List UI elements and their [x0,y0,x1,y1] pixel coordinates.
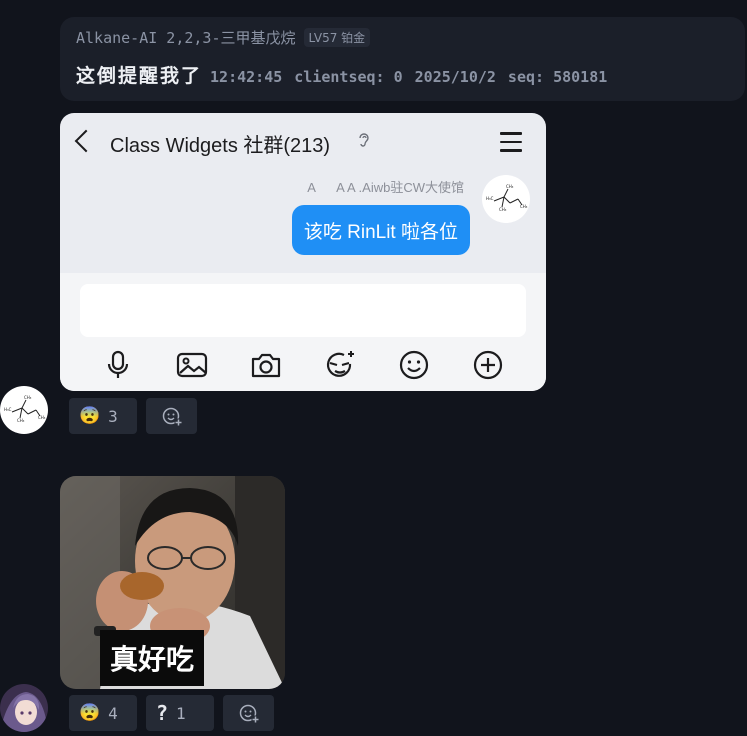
reaction-fearful[interactable]: 😨 4 [69,695,137,731]
svg-text:CH₃: CH₃ [17,418,25,423]
reaction-count: 3 [108,406,118,426]
fearful-face-icon: 😨 [79,703,101,723]
reaction-count: 4 [108,703,118,723]
back-chevron-icon [74,129,98,153]
screenshot-input-field [80,284,526,337]
sticker-icon [322,347,358,383]
screenshot-toolbar [60,347,546,383]
screenshot-msg-sender: A A A .Aiwb驻CW大使馆 [307,180,464,195]
message-bubble: Alkane-AI 2,2,3-三甲基戊烷 LV57 铂金 这倒提醒我了 12:… [60,17,745,101]
reaction-count: 1 [176,703,186,723]
screenshot-titlebar: Class Widgets 社群(213) [60,113,546,169]
message-seq: seq: 580181 [507,68,608,86]
message-date: 2025/10/2 [414,68,496,86]
message-line: 这倒提醒我了 12:42:45 clientseq: 0 2025/10/2 s… [76,61,619,88]
svg-text:CH₃: CH₃ [520,204,528,209]
screenshot-title: Class Widgets 社群(213) [110,135,331,157]
sender-line: Alkane-AI 2,2,3-三甲基戊烷 LV57 铂金 [76,27,371,48]
sender-avatar-2[interactable] [0,684,48,732]
meme-caption: 真好吃 [100,630,205,686]
fearful-face-icon: 😨 [79,406,101,426]
message-time: 12:42:45 [210,68,283,86]
add-reaction-button[interactable] [223,695,274,731]
mic-icon [100,347,136,383]
svg-text:CH₃: CH₃ [38,415,46,420]
svg-text:CH₃: CH₃ [24,395,32,400]
message-clientseq: clientseq: 0 [294,68,403,86]
ear-icon [358,132,370,152]
svg-text:CH₃: CH₃ [499,207,507,212]
svg-text:CH₃: CH₃ [506,184,514,189]
emoji-icon [396,347,432,383]
level-badge: LV57 铂金 [303,28,371,47]
sender-avatar[interactable]: H₃C CH₃ CH₃ CH₃ [0,386,48,434]
plus-icon [470,347,506,383]
screenshot-input-panel [60,273,546,391]
meme-image[interactable]: 真好吃 [60,476,285,689]
svg-text:H₃C: H₃C [486,196,494,201]
menu-icon [500,132,522,158]
question-mark-icon: ? [156,701,169,725]
message-text: 这倒提醒我了 [76,65,203,87]
image-icon [174,347,210,383]
screenshot-message-bubble: 该吃 RinLit 啦各位 [291,205,470,255]
add-reaction-icon [162,407,182,427]
molecule-avatar: H₃C CH₃ CH₃ CH₃ [482,175,530,223]
sender-name[interactable]: Alkane-AI 2,2,3-三甲基戊烷 [76,27,296,48]
chat-view: Alkane-AI 2,2,3-三甲基戊烷 LV57 铂金 这倒提醒我了 12:… [0,0,747,736]
add-reaction-button[interactable] [146,398,197,434]
reaction-question[interactable]: ? 1 [146,695,214,731]
svg-text:H₃C: H₃C [4,407,12,412]
add-reaction-icon [239,704,259,724]
screenshot-image[interactable]: Class Widgets 社群(213) A A A .Aiwb驻CW大使馆 … [60,113,546,391]
camera-icon [248,347,284,383]
reaction-fearful[interactable]: 😨 3 [69,398,137,434]
